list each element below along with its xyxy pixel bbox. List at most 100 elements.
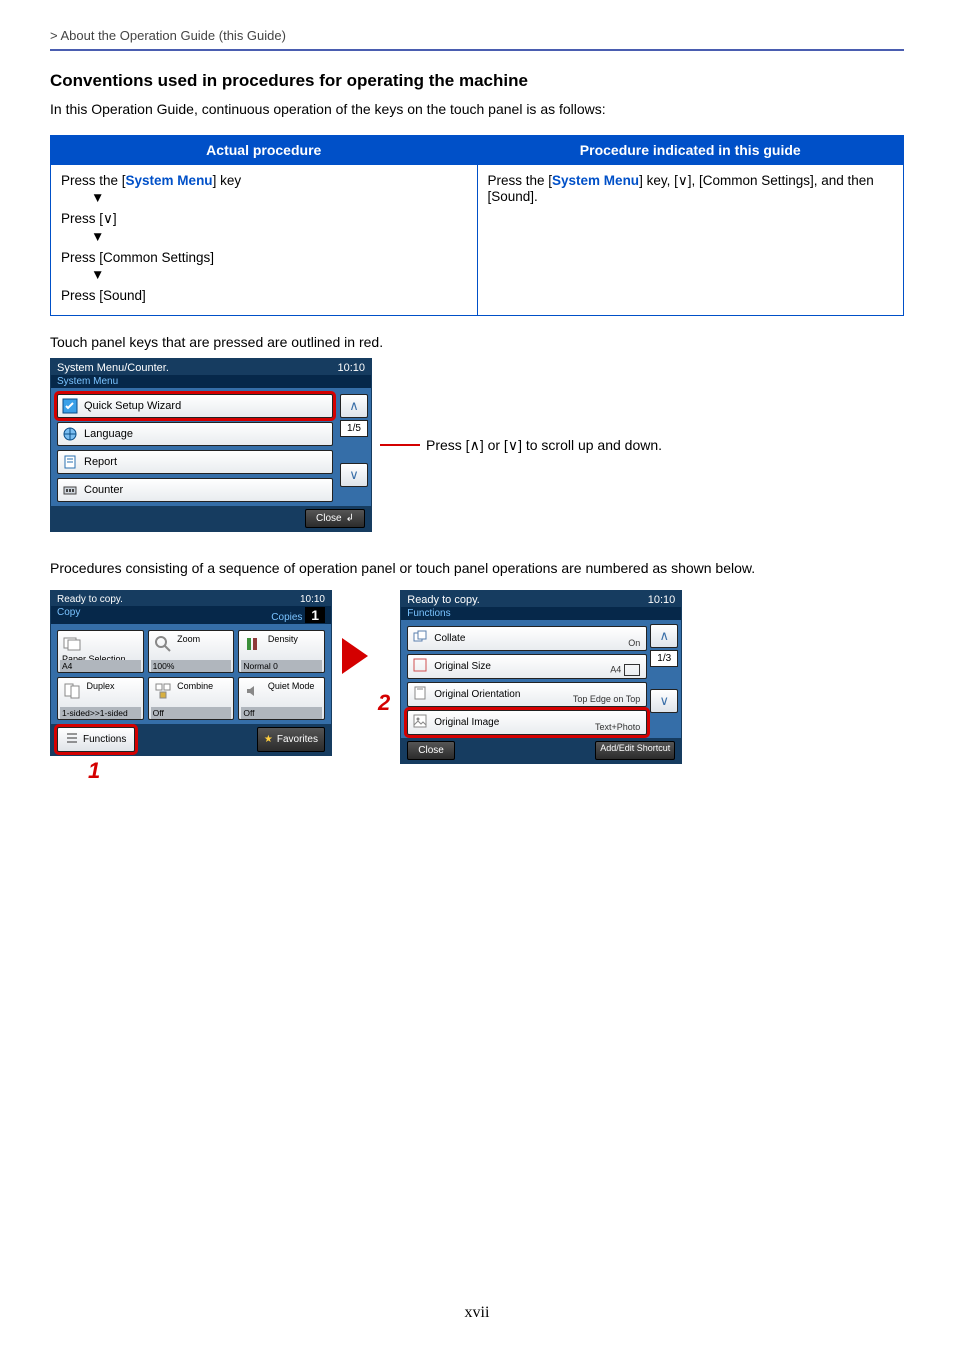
copies-label: Copies <box>271 612 302 623</box>
globe-icon <box>62 426 78 442</box>
shortcut-button[interactable]: Add/Edit Shortcut <box>595 741 675 760</box>
page-icon <box>624 664 640 676</box>
close-label: Close <box>316 513 342 524</box>
func-time: 10:10 <box>648 594 676 606</box>
cell-val: 100% <box>151 660 232 672</box>
cell-val: Off <box>241 707 322 719</box>
enter-icon: ↲ <box>346 513 354 524</box>
close-button[interactable]: Close <box>407 741 455 760</box>
close-label: Close <box>418 745 444 756</box>
shortcut-label: Add/Edit Shortcut <box>600 743 670 753</box>
chevron-up-icon: ∧ <box>659 628 669 644</box>
report-icon <box>62 454 78 470</box>
fn-original-image[interactable]: Original Image Text+Photo <box>407 710 647 735</box>
step4: Press [Sound] <box>61 288 467 303</box>
step3: Press [Common Settings] <box>61 250 467 265</box>
cell-quiet-mode[interactable]: Quiet Mode Off <box>238 677 325 720</box>
cell-zoom[interactable]: Zoom 100% <box>148 630 235 673</box>
fn-val: Top Edge on Top <box>573 694 640 704</box>
panel-time: 10:10 <box>337 362 365 374</box>
combine-icon <box>153 681 173 701</box>
page-indicator: 1/3 <box>650 650 678 667</box>
sequence-text: Procedures consisting of a sequence of o… <box>50 560 904 576</box>
page-number: xvii <box>50 1304 904 1322</box>
scroll-down-button[interactable]: ∨ <box>340 463 368 487</box>
density-icon <box>243 634 263 654</box>
outlined-note: Touch panel keys that are pressed are ou… <box>50 334 904 350</box>
th-guide: Procedure indicated in this guide <box>477 136 904 165</box>
system-menu-key: System Menu <box>552 173 639 188</box>
cell-label: Zoom <box>177 635 200 645</box>
chevron-down-icon: ∨ <box>659 693 669 709</box>
functions-button[interactable]: Functions <box>57 727 135 752</box>
cell-label: Duplex <box>87 682 115 692</box>
system-menu-panel: System Menu/Counter. 10:10 System Menu Q… <box>50 358 372 532</box>
panel-title: System Menu/Counter. <box>57 362 169 374</box>
td-guide: Press the [System Menu] key, [∨], [Commo… <box>477 165 904 316</box>
procedure-table: Actual procedure Procedure indicated in … <box>50 135 904 316</box>
favorites-button[interactable]: ★ Favorites <box>257 727 325 752</box>
panel-subbar: System Menu <box>51 375 371 388</box>
fn-original-size[interactable]: Original Size A4 <box>407 654 647 679</box>
copies-value: 1 <box>305 607 325 623</box>
menu-item-report[interactable]: Report <box>57 450 333 474</box>
cell-val: Off <box>151 707 232 719</box>
menu-item-label: Counter <box>84 484 123 496</box>
cell-density[interactable]: Density Normal 0 <box>238 630 325 673</box>
fn-original-orientation[interactable]: Original Orientation Top Edge on Top <box>407 682 647 707</box>
section-heading: Conventions used in procedures for opera… <box>50 71 904 91</box>
cell-val: A4 <box>60 660 141 672</box>
wizard-icon <box>62 398 78 414</box>
functions-panel: Ready to copy. 10:10 Functions Collate O… <box>400 590 682 764</box>
step1-post: ] key <box>213 173 242 188</box>
menu-item-label: Report <box>84 456 117 468</box>
down-arrow-icon: ▼ <box>91 190 467 205</box>
func-subbar: Functions <box>401 607 681 620</box>
page-indicator: 1/5 <box>340 420 368 437</box>
quiet-icon <box>243 681 263 701</box>
fn-val: Text+Photo <box>595 722 640 732</box>
down-arrow-icon: ▼ <box>91 229 467 244</box>
cell-label: Quiet Mode <box>268 682 315 692</box>
step1-pre: Press the [ <box>61 173 126 188</box>
chevron-down-icon: ∨ <box>349 467 359 483</box>
close-button[interactable]: Close ↲ <box>305 509 365 528</box>
cell-duplex[interactable]: Duplex 1-sided>>1-sided <box>57 677 144 720</box>
counter-icon <box>62 482 78 498</box>
duplex-icon <box>62 681 82 701</box>
fn-val: A4 <box>610 664 640 676</box>
func-title: Ready to copy. <box>407 594 480 606</box>
scroll-down-button[interactable]: ∨ <box>650 689 678 713</box>
favorites-label: Favorites <box>277 734 318 745</box>
copy-panel: Ready to copy. 10:10 Copy Copies 1 Paper… <box>50 590 332 756</box>
cell-paper-selection[interactable]: Paper Selection A4 <box>57 630 144 673</box>
menu-item-language[interactable]: Language <box>57 422 333 446</box>
cell-val: 1-sided>>1-sided <box>60 707 141 719</box>
image-icon <box>412 713 428 732</box>
copy-title: Ready to copy. <box>57 594 123 605</box>
step2: Press [∨] <box>61 211 467 227</box>
down-arrow-icon: ▼ <box>91 267 467 282</box>
size-icon <box>412 657 428 676</box>
cell-combine[interactable]: Combine Off <box>148 677 235 720</box>
cell-label: Combine <box>177 682 213 692</box>
collate-icon <box>412 629 428 648</box>
copy-subbar: Copy <box>57 607 80 623</box>
td-actual: Press the [System Menu] key ▼ Press [∨] … <box>51 165 478 316</box>
orientation-icon <box>412 685 428 704</box>
fn-label: Original Orientation <box>434 689 520 700</box>
intro-text: In this Operation Guide, continuous oper… <box>50 101 904 117</box>
step-number-1: 1 <box>88 758 332 784</box>
fn-label: Original Image <box>434 717 499 728</box>
fn-collate[interactable]: Collate On <box>407 626 647 651</box>
menu-item-counter[interactable]: Counter <box>57 478 333 502</box>
fn-label: Collate <box>434 633 465 644</box>
cell-val: Normal 0 <box>241 660 322 672</box>
scroll-up-button[interactable]: ∧ <box>340 394 368 418</box>
leader-line <box>380 444 420 446</box>
system-menu-key: System Menu <box>126 173 213 188</box>
menu-item-wizard[interactable]: Quick Setup Wizard <box>57 394 333 418</box>
chevron-up-icon: ∧ <box>349 398 359 414</box>
scroll-up-button[interactable]: ∧ <box>650 624 678 648</box>
cell-label: Density <box>268 635 298 645</box>
